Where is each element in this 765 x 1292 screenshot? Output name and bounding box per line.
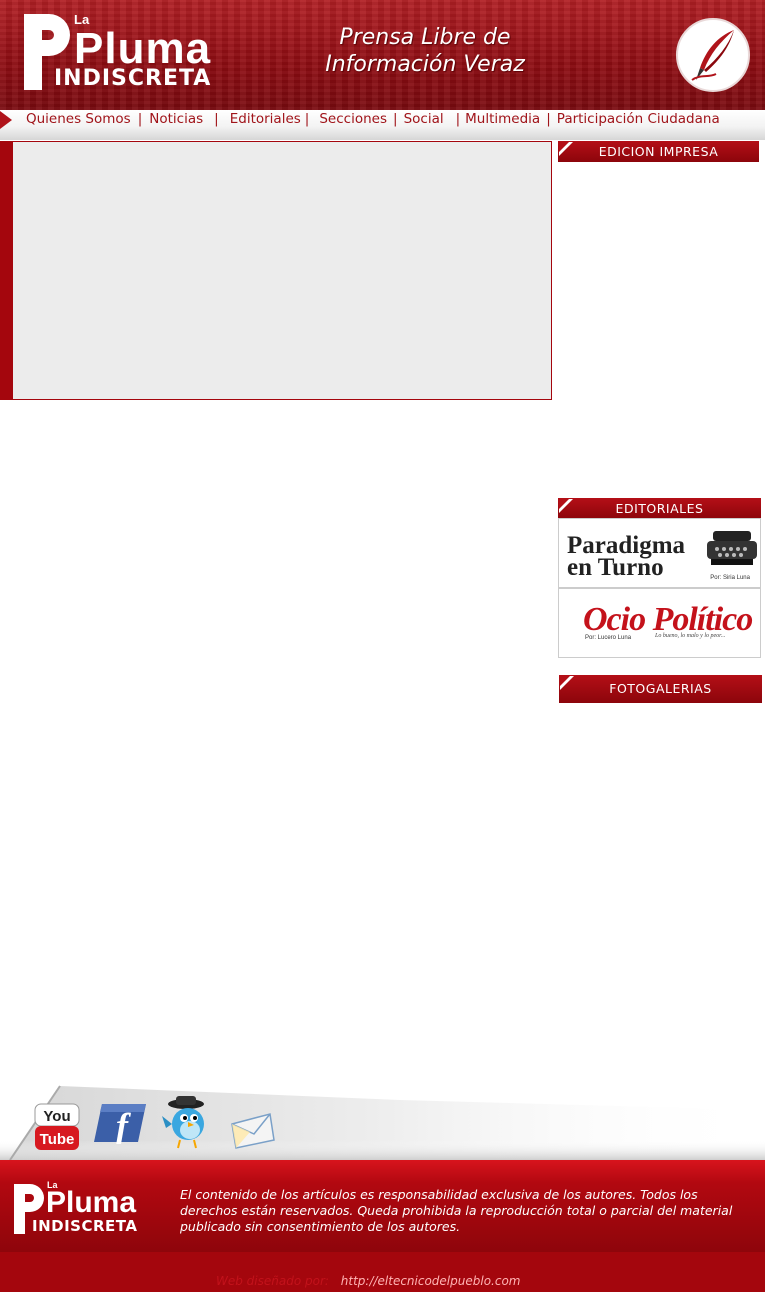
svg-text:Tube: Tube [40, 1131, 75, 1148]
tagline-line-2: Información Veraz [325, 52, 525, 77]
nav-separator: | [546, 111, 551, 127]
social-links-band: You Tube f [0, 1080, 765, 1160]
nav-separator: | [393, 111, 398, 127]
nav-separator: | [214, 111, 219, 127]
editorial-slogan: Lo bueno, lo malo y lo peor... [655, 633, 726, 639]
edicion-impresa-label: EDICION IMPRESA [598, 144, 719, 159]
editorial-author: Por: Siria Luna [710, 575, 750, 581]
twitter-bird-icon[interactable] [160, 1094, 214, 1154]
quill-pen-icon [676, 18, 750, 92]
svg-text:You: You [43, 1108, 70, 1125]
banner-corner-inner [559, 142, 569, 152]
banner-corner-inner [560, 676, 570, 686]
footer-credit-bar: Web diseñado por: http://eltecnicodelpue… [0, 1252, 765, 1292]
fotogalerias-banner[interactable]: FOTOGALERIAS [559, 675, 762, 703]
footer-disclaimer: El contenido de los artículos es respons… [180, 1187, 733, 1234]
footer-logo-p-bowl [14, 1184, 44, 1212]
editorial-author: Por: Lucero Luna [585, 635, 632, 641]
editoriales-banner[interactable]: EDITORIALES [558, 498, 761, 519]
editorial-title: Ocio Político [583, 601, 753, 638]
fotogalerias-label: FOTOGALERIAS [609, 681, 712, 696]
footer-logo[interactable]: La Pluma INDISCRETA [14, 1180, 154, 1238]
nav-social[interactable]: Social [404, 111, 444, 127]
tagline-line-1: Prensa Libre de [339, 25, 511, 50]
footer-credit: Web diseñado por: http://eltecnicodelpue… [216, 1274, 520, 1288]
footer-logo-indiscreta: INDISCRETA [32, 1217, 138, 1235]
nav-quienes-somos[interactable]: Quienes Somos [26, 111, 131, 127]
credit-link[interactable]: http://eltecnicodelpueblo.com [341, 1274, 521, 1288]
site-header: La Pluma INDISCRETA Prensa Libre de Info… [0, 0, 765, 110]
featured-slider[interactable] [12, 141, 552, 400]
editorial-ocio-politico[interactable]: Ocio Político Por: Lucero Luna Lo bueno,… [558, 588, 761, 658]
edicion-impresa-banner[interactable]: EDICION IMPRESA [558, 141, 759, 162]
facebook-icon[interactable]: f [92, 1102, 148, 1148]
logo-p-bowl [24, 14, 70, 56]
main-navigation: Quienes Somos | Noticias | Editoriales |… [0, 110, 765, 140]
email-envelope-icon[interactable] [230, 1112, 276, 1154]
site-tagline: Prensa Libre de Información Veraz [300, 24, 550, 78]
editoriales-label: EDITORIALES [615, 501, 704, 516]
nav-participacion-ciudadana[interactable]: Participación Ciudadana [557, 111, 720, 127]
logo-indiscreta-text: INDISCRETA [54, 66, 212, 91]
nav-editoriales[interactable]: Editoriales [230, 111, 301, 127]
nav-arrow-icon [0, 111, 12, 129]
credit-label: Web diseñado por: [216, 1274, 329, 1288]
nav-items: Quienes Somos | Noticias | Editoriales |… [26, 110, 720, 128]
site-logo[interactable]: La Pluma INDISCRETA [24, 12, 224, 96]
nav-multimedia[interactable]: Multimedia [465, 111, 540, 127]
typewriter-icon [707, 531, 757, 565]
nav-noticias[interactable]: Noticias [149, 111, 203, 127]
nav-secciones[interactable]: Secciones [319, 111, 387, 127]
footer-logo-pluma: Pluma [46, 1186, 137, 1219]
site-footer: La Pluma INDISCRETA El contenido de los … [0, 1160, 765, 1252]
editorial-title: Paradigma en Turno [567, 533, 697, 581]
nav-separator: | [137, 111, 143, 127]
editorial-paradigma-en-turno[interactable]: Paradigma en Turno Por: Siria Luna [558, 518, 761, 588]
nav-separator: | [455, 111, 461, 127]
editorial-title-line-2: en Turno [567, 554, 664, 581]
youtube-icon[interactable]: You Tube [33, 1102, 81, 1156]
nav-separator: | [304, 111, 310, 127]
banner-corner-inner [559, 499, 569, 509]
